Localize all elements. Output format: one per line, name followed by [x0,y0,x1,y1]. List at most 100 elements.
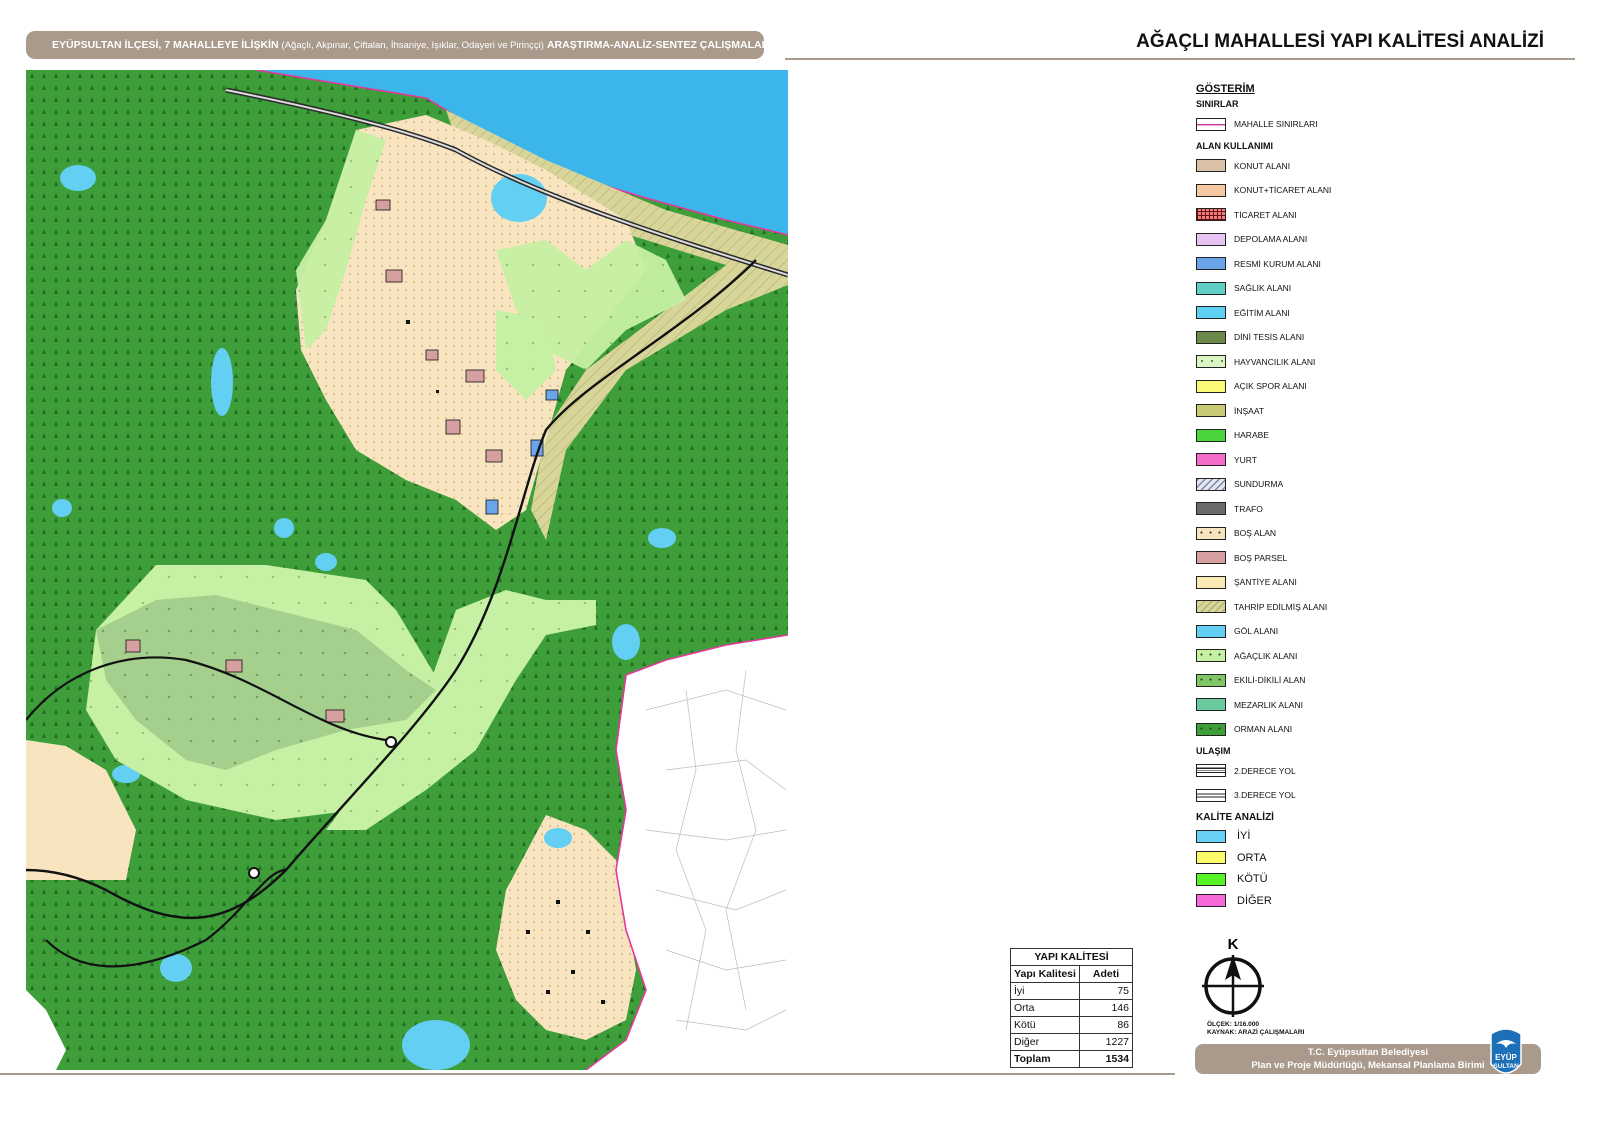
legend-swatch [1196,306,1226,320]
scale-text: ÖLÇEK: 1/16.000 [1207,1021,1260,1028]
legend-swatch [1196,788,1226,802]
quality-legend-list: İYİ ORTA KÖTÜ DİĞER [1196,826,1456,912]
land-use-map[interactable] [26,70,788,1070]
quality-count: 86 [1079,1016,1133,1034]
legend-label: DİĞER [1237,894,1272,907]
eyupsultan-logo: EYÜP SULTAN [1487,1026,1525,1082]
legend-swatch [1196,428,1226,442]
legend-item: ŞANTİYE ALANI [1196,570,1456,595]
legend-label: TRAFO [1234,503,1263,514]
header-tail: ARAŞTIRMA-ANALİZ-SENTEZ ÇALIŞMALARI [546,39,764,51]
legend-label: HAYVANCILIK ALANI [1234,356,1316,367]
project-header: EYÜPSULTAN İLÇESİ, 7 MAHALLEYE İLİŞKİN (… [26,31,764,59]
legend-swatch [1196,208,1226,222]
legend-swatch [1196,477,1226,491]
legend-swatch [1196,698,1226,712]
legend-item: AÇIK SPOR ALANI [1196,374,1456,399]
quality-summary-table: YAPI KALİTESİ Yapı Kalitesi Adeti İyi 75 … [1010,948,1133,1068]
legend-label: YURT [1234,454,1257,465]
legend-label: İYİ [1237,830,1251,843]
legend-label: EKİLİ-DİKİLİ ALAN [1234,675,1306,686]
legend-item: EKİLİ-DİKİLİ ALAN [1196,668,1456,693]
legend-item: DİĞER [1196,890,1456,912]
legend-section-title: ALAN KULLANIMI [1196,140,1273,151]
legend-label: DEPOLAMA ALANI [1234,234,1308,245]
legend-item: DEPOLAMA ALANI [1196,227,1456,252]
legend-label: DİNİ TESİS ALANI [1234,332,1305,343]
column-header: Yapı Kalitesi [1010,965,1080,983]
legend-swatch [1196,257,1226,271]
logo-text-line-1: EYÜP [1495,1053,1517,1062]
legend-swatch [1196,722,1226,736]
legend-swatch [1196,330,1226,344]
header-rule [785,58,1575,60]
legend-label: TAHRİP EDİLMİŞ ALANI [1234,601,1328,612]
legend-label: ORTA [1237,851,1267,864]
legend-item: SUNDURMA [1196,472,1456,497]
quality-label: Orta [1010,999,1080,1017]
legend-section-title: SINIRLAR [1196,99,1239,109]
legend-swatch [1196,894,1226,908]
legend-label: ORMAN ALANI [1234,724,1293,735]
legend-swatch [1196,851,1226,865]
legend-section-title: KALİTE ANALİZİ [1196,811,1274,823]
legend-label: MAHALLE SINIRLARI [1234,119,1318,130]
legend-swatch [1196,355,1226,369]
legend-item: KONUT ALANI [1196,154,1456,179]
legend-swatch [1196,232,1226,246]
legend-item: AĞAÇLIK ALANI [1196,644,1456,669]
column-header: Adeti [1079,965,1133,983]
legend-label: BOŞ PARSEL [1234,552,1288,563]
legend-item: GÖL ALANI [1196,619,1456,644]
legend-swatch [1196,183,1226,197]
legend-item: MEZARLIK ALANI [1196,693,1456,718]
legend-swatch [1196,159,1226,173]
legend-label: BOŞ ALAN [1234,528,1277,539]
legend-item: YURT [1196,448,1456,473]
legend-label: RESMİ KURUM ALANI [1234,258,1321,269]
quality-label: Diğer [1010,1033,1080,1051]
map-legend: GÖSTERİM SINIRLAR MAHALLE SINIRLARI ALAN… [1196,83,1456,912]
legend-item: SAĞLIK ALANI [1196,276,1456,301]
legend-label: GÖL ALANI [1234,626,1279,637]
legend-swatch [1196,379,1226,393]
legend-item: ORTA [1196,847,1456,869]
table-row: Orta 146 [1010,999,1133,1017]
legend-swatch [1196,575,1226,589]
table-total-row: Toplam 1534 [1010,1050,1133,1068]
total-count: 1534 [1079,1050,1133,1068]
legend-label: ŞANTİYE ALANI [1234,577,1297,588]
legend-swatch [1196,281,1226,295]
legend-swatch [1196,526,1226,540]
total-label: Toplam [1010,1050,1080,1068]
legend-item: KONUT+TİCARET ALANI [1196,178,1456,203]
table-row: İyi 75 [1010,982,1133,1000]
legend-item: 2.DERECE YOL [1196,759,1456,784]
legend-label: AÇIK SPOR ALANI [1234,381,1307,392]
header-neighbourhoods: (Ağaçlı, Akpınar, Çiftalan, İhsaniye, Iş… [281,39,544,51]
header-lead: EYÜPSULTAN İLÇESİ, 7 MAHALLEYE İLİŞKİN [52,39,279,51]
legend-label: 3.DERECE YOL [1234,790,1296,801]
legend-label: KONUT+TİCARET ALANI [1234,185,1332,196]
legend-label: KÖTÜ [1237,873,1268,886]
quality-label: Kötü [1010,1016,1080,1034]
legend-item: İNŞAAT [1196,399,1456,424]
scale-and-source: ÖLÇEK: 1/16.000 KAYNAK: ARAZİ ÇALIŞMALAR… [1207,1021,1304,1037]
legend-label: MEZARLIK ALANI [1234,699,1303,710]
table-caption: YAPI KALİTESİ [1010,948,1133,966]
legend-item: MAHALLE SINIRLARI [1196,112,1456,137]
legend-item: BOŞ ALAN [1196,521,1456,546]
legend-item: ORMAN ALANI [1196,717,1456,742]
legend-label: KONUT ALANI [1234,160,1291,171]
legend-swatch [1196,600,1226,614]
legend-item: 3.DERECE YOL [1196,783,1456,808]
legend-item: TAHRİP EDİLMİŞ ALANI [1196,595,1456,620]
legend-label: EĞİTİM ALANI [1234,307,1290,318]
legend-label: SUNDURMA [1234,479,1284,490]
legend-section-title: ULAŞIM [1196,745,1231,756]
legend-item: BOŞ PARSEL [1196,546,1456,571]
legend-item: EĞİTİM ALANI [1196,301,1456,326]
legend-swatch [1196,872,1226,886]
page-title: AĞAÇLI MAHALLESİ YAPI KALİTESİ ANALİZİ [1136,31,1544,52]
legend-label: TİCARET ALANI [1234,209,1297,220]
